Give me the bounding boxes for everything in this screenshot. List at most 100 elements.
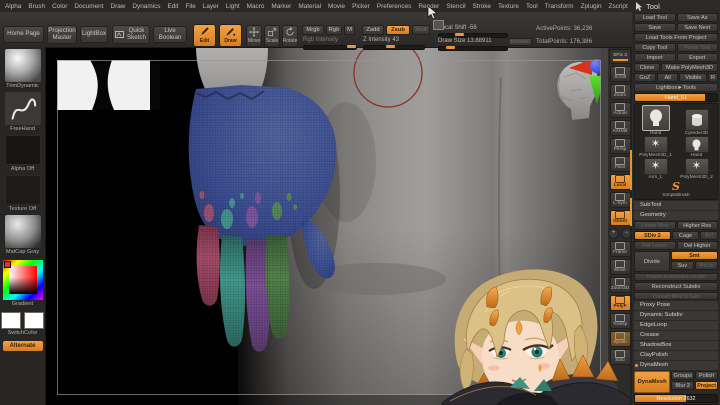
zsub-button[interactable]: Zsub (386, 25, 410, 35)
geometry-section-header[interactable]: Geometry (634, 211, 718, 220)
bvl-button[interactable]: Bvl (700, 231, 718, 240)
copy-tool-button[interactable]: Copy Tool (634, 43, 676, 52)
active-tool-slider[interactable]: Hand_51 (634, 93, 718, 102)
freeze-subdivision-button[interactable]: Freeze SubDivision Levels (634, 273, 718, 281)
spix-slider[interactable]: SPix 3 (608, 49, 632, 64)
alternate-button[interactable]: Alternate (2, 341, 43, 351)
menu-zplugin[interactable]: Zplugin (581, 3, 602, 10)
reconstruct-subdiv-button[interactable]: Reconstruct Subdiv (634, 282, 718, 291)
zoom-button[interactable]: Zoom (609, 84, 631, 100)
dynamesh-polish-toggle[interactable]: Polish (695, 371, 719, 380)
del-lower-button[interactable]: Del Lower (634, 241, 676, 250)
menu-texture[interactable]: Texture (498, 3, 519, 10)
move-mode-button[interactable]: Move (246, 25, 262, 47)
goz-r-button[interactable]: R (708, 73, 719, 82)
import-button[interactable]: Import (634, 53, 676, 62)
shadowbox-section-header[interactable]: ShadowBox (634, 341, 718, 350)
secondary-color-swatch[interactable] (24, 312, 44, 329)
zcut-button[interactable]: Zcut (412, 25, 430, 35)
menu-draw[interactable]: Draw (110, 3, 125, 10)
menu-layer[interactable]: Layer (203, 3, 219, 10)
menu-document[interactable]: Document (74, 3, 103, 10)
menu-movie[interactable]: Movie (328, 3, 345, 10)
higher-res-button[interactable]: Higher Res (676, 221, 718, 230)
del-higher-button[interactable]: Del Higher (676, 241, 718, 250)
menu-zscript[interactable]: Zscript (609, 3, 628, 10)
make-polymesh3d-button[interactable]: Make PolyMesh3D (661, 63, 718, 72)
menu-alpha[interactable]: Alpha (5, 3, 21, 10)
tool-thumb-simplebrush[interactable]: S SimpleBrush (636, 180, 716, 198)
menu-color[interactable]: Color (52, 3, 67, 10)
lightbox-button[interactable]: LightBox (80, 26, 108, 43)
current-stroke-thumbnail[interactable] (4, 92, 41, 125)
menu-file[interactable]: File (185, 3, 195, 10)
subtool-section-header[interactable]: SubTool (634, 201, 718, 210)
draw-mode-button[interactable]: Draw (219, 24, 242, 47)
live-boolean-button[interactable]: Live Boolean (153, 26, 187, 43)
save-button[interactable]: Save (634, 23, 676, 32)
menu-transform[interactable]: Transform (545, 3, 574, 10)
local-button[interactable]: Local (609, 174, 631, 190)
goz-all-button[interactable]: All (656, 73, 679, 82)
dynamesh-section-header[interactable]: DynaMesh (634, 361, 718, 370)
menu-edit[interactable]: Edit (167, 3, 178, 10)
edit-mode-button[interactable]: Edit (193, 24, 216, 47)
draw-size-slider[interactable] (438, 46, 508, 51)
zadd-button[interactable]: Zadd (362, 25, 384, 35)
canvas-zoom-in-icon[interactable]: + (608, 228, 619, 239)
goz-visible-button[interactable]: Visible (679, 73, 708, 82)
tool-thumb-cylinder3d[interactable]: Cylinder3D (677, 109, 716, 136)
frame-button[interactable]: Frame (609, 241, 631, 257)
tool-thumb-hand-2[interactable]: Hand (677, 136, 716, 158)
current-texture-thumbnail[interactable] (4, 175, 41, 205)
menu-preferences[interactable]: Preferences (377, 3, 411, 10)
reuv-button[interactable]: ReUv (694, 261, 718, 270)
save-next-button[interactable]: Save Next (676, 23, 718, 32)
z-intensity-slider[interactable] (363, 44, 425, 50)
edgeloop-section-header[interactable]: EdgeLoop (634, 321, 718, 330)
tool-thumb-hand[interactable]: Hand (636, 105, 675, 136)
goz-button[interactable]: GoZ (634, 73, 656, 82)
tool-thumb-polymesh3d-1[interactable]: ✶ PolyMesh3D_1 (636, 136, 675, 158)
menu-dynamics[interactable]: Dynamics (132, 3, 160, 10)
crease-section-header[interactable]: Crease (634, 331, 718, 340)
load-tools-from-project-button[interactable]: Load Tools From Project (634, 33, 718, 42)
home-page-button[interactable]: Home Page (3, 26, 44, 43)
floor-button[interactable]: Floor (609, 156, 631, 172)
export-button[interactable]: Export (676, 53, 718, 62)
menu-stencil[interactable]: Stencil (446, 3, 465, 10)
actual-button[interactable]: Actual (609, 102, 631, 118)
rgb-button[interactable]: Rgb (326, 25, 342, 35)
claypolish-section-header[interactable]: ClayPolish (634, 351, 718, 360)
tool-thumb-polymesh3d-2[interactable]: ✶ PolyMesh3D_2 (677, 158, 716, 180)
save-as-button[interactable]: Save As (676, 13, 718, 22)
dynamic-subdiv-section-header[interactable]: Dynamic Subdiv (634, 311, 718, 320)
divide-button[interactable]: Divide (634, 251, 670, 272)
dynamesh-groups-toggle[interactable]: Groups (671, 371, 695, 380)
persp-button[interactable]: Persp (609, 138, 631, 154)
cage-button[interactable]: Cage (671, 231, 700, 240)
mrgb-button[interactable]: Mrgb (302, 25, 324, 35)
main-color-swatch[interactable] (1, 312, 21, 329)
sdiv-slider[interactable]: SDiv 2 (634, 231, 671, 240)
proxy-pose-section-header[interactable]: Proxy Pose (634, 301, 718, 310)
dynamesh-button[interactable]: DynaMesh (634, 371, 671, 393)
load-tool-button[interactable]: Load Tool (634, 13, 676, 22)
menu-marker[interactable]: Marker (271, 3, 291, 10)
ghost-button[interactable]: Ghost (609, 210, 631, 226)
resolution-slider[interactable]: Resolution 2632 (634, 394, 718, 403)
menu-tool[interactable]: Tool (526, 3, 538, 10)
current-material-thumbnail[interactable] (4, 215, 41, 248)
suv-toggle[interactable]: Suv (670, 261, 694, 270)
menu-macro[interactable]: Macro (247, 3, 265, 10)
menu-stroke[interactable]: Stroke (473, 3, 491, 10)
lsym-button[interactable]: L.Sym (609, 192, 631, 208)
convert-bpr-button[interactable]: Convert BPR To Geo (634, 292, 718, 300)
m-button[interactable]: M (344, 25, 355, 35)
lower-res-button[interactable]: Lower Res (634, 221, 676, 230)
aahalf-button[interactable]: AAHalf (609, 120, 631, 136)
menu-material[interactable]: Material (298, 3, 321, 10)
current-brush-thumbnail[interactable] (4, 49, 41, 82)
scale-mode-button[interactable]: Scale (264, 25, 280, 47)
menu-brush[interactable]: Brush (28, 3, 45, 10)
